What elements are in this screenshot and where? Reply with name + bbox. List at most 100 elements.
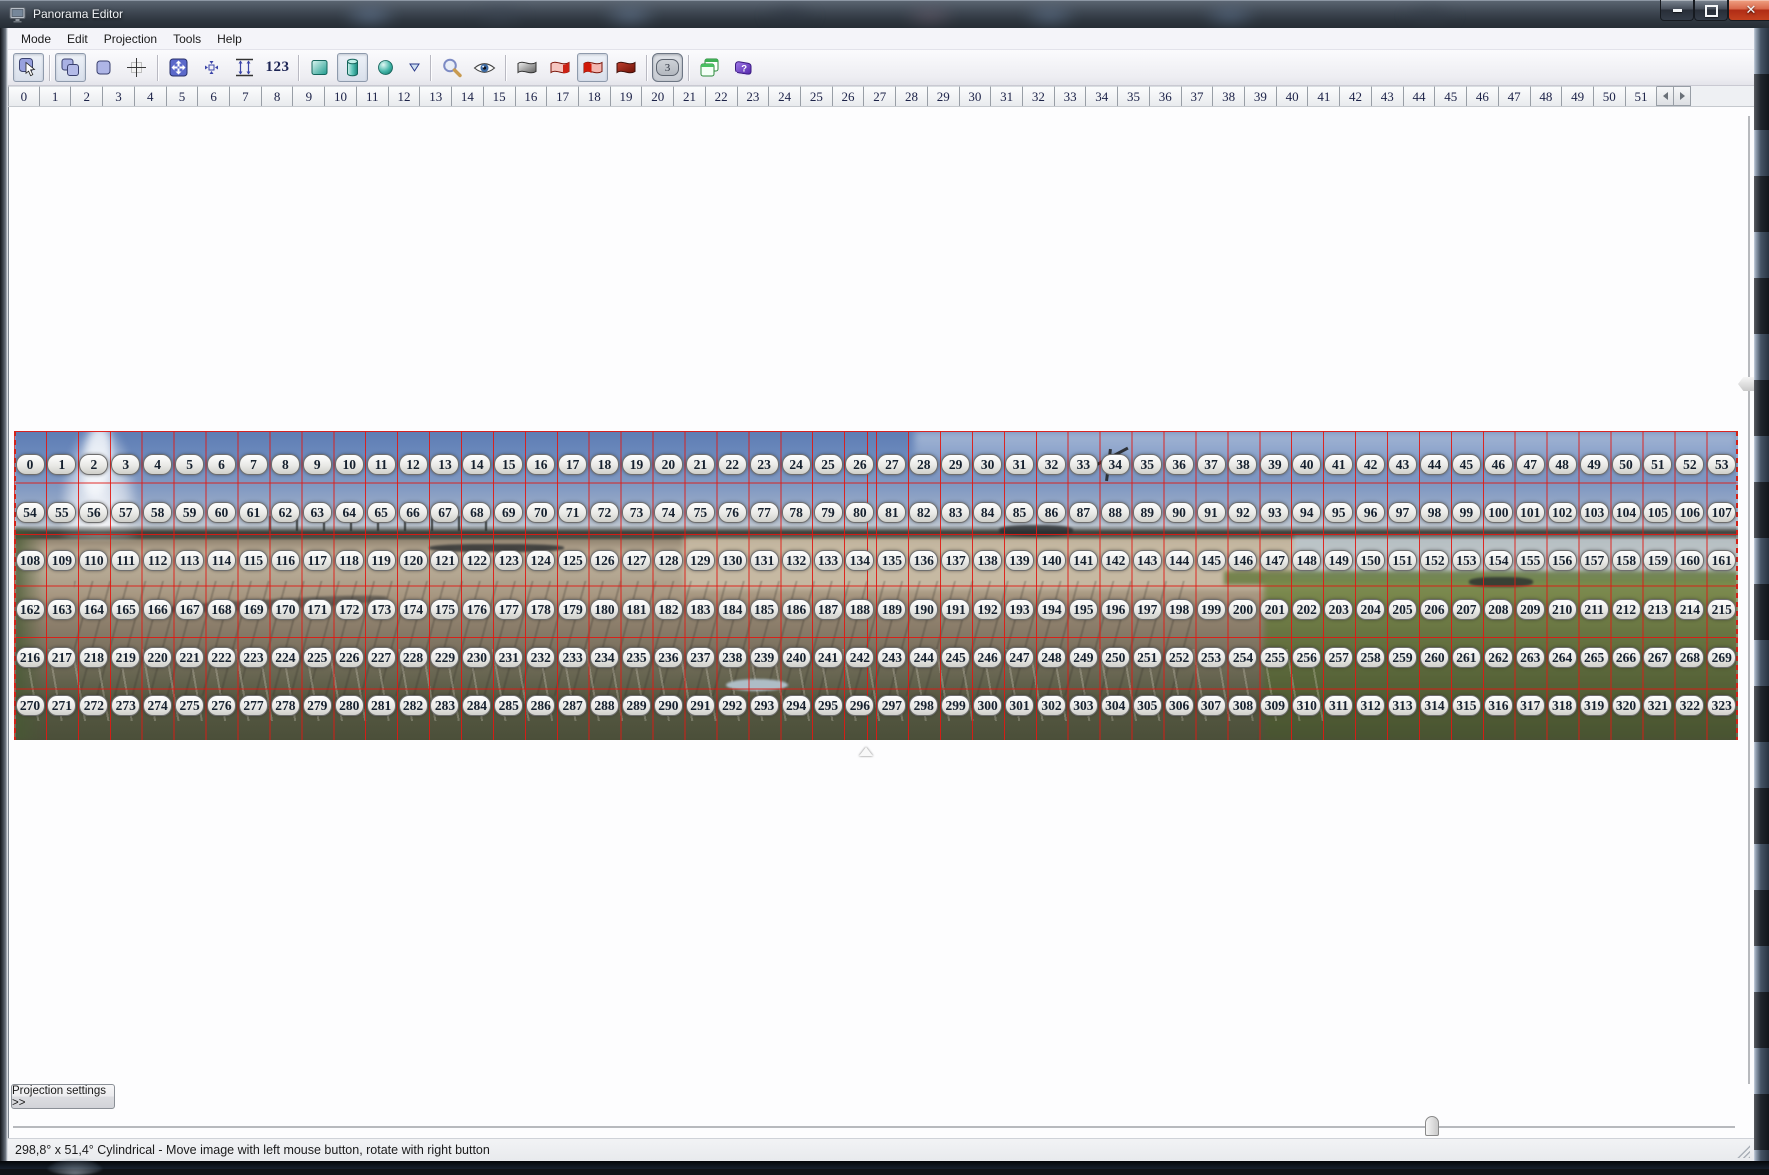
horizontal-slider-track[interactable] (13, 1126, 1735, 1128)
plane-gray-button[interactable] (511, 53, 542, 82)
editor-canvas[interactable]: 0123456789101112131415161718192021222324… (8, 107, 1754, 1138)
plane-dark-red-button[interactable] (610, 53, 641, 82)
detail-level-button[interactable]: 3 (652, 53, 683, 82)
image-tab-30[interactable]: 30 (960, 86, 992, 106)
image-number-badge: 41 (1324, 454, 1353, 475)
image-tab-42[interactable]: 42 (1340, 86, 1372, 106)
show-image-numbers-button[interactable]: 123 (262, 53, 293, 82)
maximize-button[interactable] (1694, 0, 1728, 21)
image-tab-3[interactable]: 3 (103, 86, 135, 106)
image-tab-48[interactable]: 48 (1531, 86, 1563, 106)
image-tab-39[interactable]: 39 (1245, 86, 1277, 106)
image-tab-26[interactable]: 26 (833, 86, 865, 106)
image-tab-18[interactable]: 18 (579, 86, 611, 106)
image-tab-15[interactable]: 15 (484, 86, 516, 106)
menu-edit[interactable]: Edit (59, 30, 96, 48)
image-tab-12[interactable]: 12 (389, 86, 421, 106)
plane-red-button[interactable] (577, 53, 608, 82)
image-tab-11[interactable]: 11 (357, 86, 389, 106)
image-tab-31[interactable]: 31 (991, 86, 1023, 106)
image-tab-50[interactable]: 50 (1594, 86, 1626, 106)
vertical-slider-thumb[interactable] (1738, 377, 1754, 391)
image-tab-36[interactable]: 36 (1150, 86, 1182, 106)
image-tab-38[interactable]: 38 (1213, 86, 1245, 106)
plane-light-red-button[interactable] (544, 53, 575, 82)
tab-scroll-left-button[interactable] (1657, 86, 1674, 106)
center-panorama-button[interactable] (196, 53, 227, 82)
image-number-badge: 213 (1643, 599, 1672, 620)
image-tab-2[interactable]: 2 (71, 86, 103, 106)
image-tab-49[interactable]: 49 (1562, 86, 1594, 106)
menu-help[interactable]: Help (209, 30, 250, 48)
image-tab-44[interactable]: 44 (1404, 86, 1436, 106)
image-tab-28[interactable]: 28 (896, 86, 928, 106)
image-tab-10[interactable]: 10 (325, 86, 357, 106)
image-tab-40[interactable]: 40 (1277, 86, 1309, 106)
image-tab-32[interactable]: 32 (1023, 86, 1055, 106)
horizontal-slider-thumb[interactable] (1425, 1116, 1439, 1136)
image-tab-19[interactable]: 19 (611, 86, 643, 106)
image-tab-45[interactable]: 45 (1435, 86, 1467, 106)
image-tab-17[interactable]: 17 (547, 86, 579, 106)
image-tab-0[interactable]: 0 (8, 86, 40, 106)
tab-scroll-right-button[interactable] (1674, 86, 1691, 106)
image-tab-25[interactable]: 25 (801, 86, 833, 106)
image-number-badge: 29 (941, 454, 970, 475)
show-single-image-button[interactable] (88, 53, 119, 82)
preview-button[interactable] (469, 53, 500, 82)
fit-vertically-button[interactable] (229, 53, 260, 82)
projection-settings-button[interactable]: Projection settings >> (11, 1084, 115, 1109)
menu-projection[interactable]: Projection (96, 30, 165, 48)
image-tab-20[interactable]: 20 (642, 86, 674, 106)
zoom-tool-button[interactable] (436, 53, 467, 82)
app-icon[interactable] (9, 6, 26, 23)
image-tab-7[interactable]: 7 (230, 86, 262, 106)
resize-grip[interactable] (1737, 1145, 1750, 1158)
image-tab-47[interactable]: 47 (1499, 86, 1531, 106)
image-tab-23[interactable]: 23 (738, 86, 770, 106)
cylindrical-projection-button[interactable] (337, 53, 368, 82)
image-tab-22[interactable]: 22 (706, 86, 738, 106)
image-tab-37[interactable]: 37 (1182, 86, 1214, 106)
image-tab-14[interactable]: 14 (452, 86, 484, 106)
center-marker-triangle[interactable] (859, 747, 873, 756)
image-tab-41[interactable]: 41 (1308, 86, 1340, 106)
select-mode-button[interactable] (13, 53, 44, 82)
image-tab-8[interactable]: 8 (262, 86, 294, 106)
crosshair-mode-button[interactable] (121, 53, 152, 82)
image-tab-29[interactable]: 29 (928, 86, 960, 106)
image-tab-43[interactable]: 43 (1372, 86, 1404, 106)
image-tab-27[interactable]: 27 (864, 86, 896, 106)
image-tab-24[interactable]: 24 (769, 86, 801, 106)
panorama-image[interactable]: 0123456789101112131415161718192021222324… (14, 431, 1738, 740)
image-number-badge: 105 (1643, 502, 1672, 523)
image-tab-46[interactable]: 46 (1467, 86, 1499, 106)
projection-dropdown-button[interactable] (403, 53, 425, 82)
titlebar[interactable]: Panorama Editor (0, 0, 1769, 28)
image-tab-34[interactable]: 34 (1086, 86, 1118, 106)
image-tab-9[interactable]: 9 (293, 86, 325, 106)
image-tab-16[interactable]: 16 (516, 86, 548, 106)
menu-tools[interactable]: Tools (165, 30, 209, 48)
help-book-icon: ? (732, 58, 754, 78)
image-tab-4[interactable]: 4 (135, 86, 167, 106)
rectilinear-projection-button[interactable] (304, 53, 335, 82)
image-tab-6[interactable]: 6 (198, 86, 230, 106)
help-book-button[interactable]: ? (727, 53, 758, 82)
image-number-badge: 34 (1101, 454, 1130, 475)
show-all-images-button[interactable] (55, 53, 86, 82)
close-button[interactable]: ✕ (1728, 0, 1769, 21)
new-window-button[interactable] (694, 53, 725, 82)
image-tab-13[interactable]: 13 (420, 86, 452, 106)
image-tab-35[interactable]: 35 (1118, 86, 1150, 106)
fit-panorama-button[interactable] (163, 53, 194, 82)
menu-mode[interactable]: Mode (13, 30, 59, 48)
image-tab-51[interactable]: 51 (1626, 86, 1658, 106)
vertical-slider-track[interactable] (1748, 116, 1750, 1084)
image-tab-33[interactable]: 33 (1055, 86, 1087, 106)
spherical-projection-button[interactable] (370, 53, 401, 82)
minimize-button[interactable] (1660, 0, 1694, 21)
image-tab-5[interactable]: 5 (167, 86, 199, 106)
image-tab-1[interactable]: 1 (40, 86, 72, 106)
image-tab-21[interactable]: 21 (674, 86, 706, 106)
